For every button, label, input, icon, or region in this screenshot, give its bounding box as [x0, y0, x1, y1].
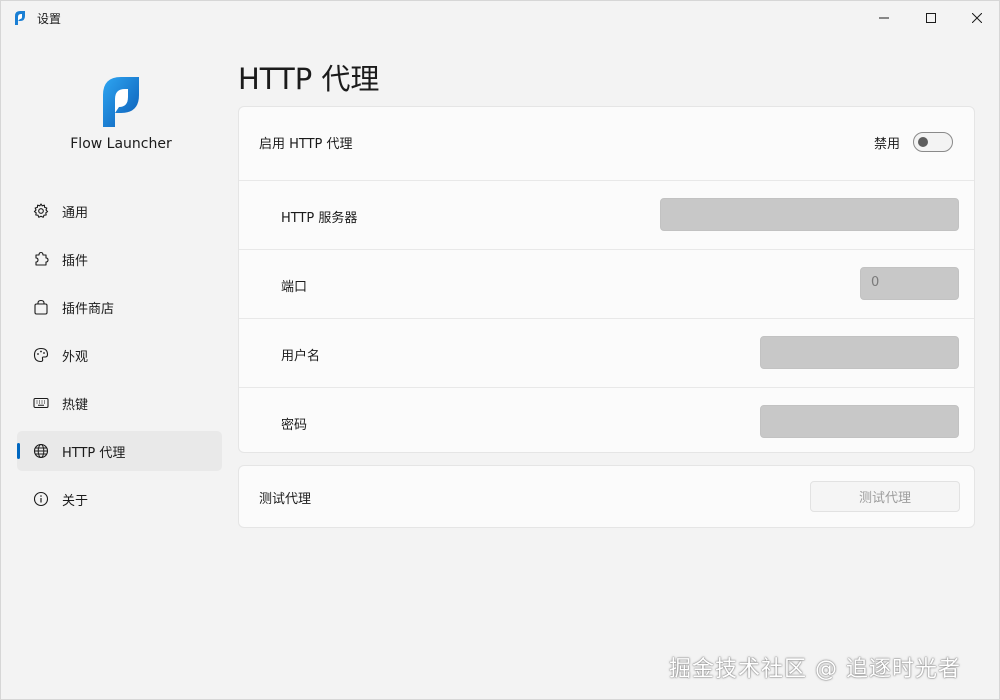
gear-icon [33, 203, 49, 218]
info-icon [33, 491, 49, 507]
sidebar-item-label: 关于 [62, 494, 89, 509]
sidebar-item-label: 热键 [62, 398, 89, 413]
close-icon [972, 13, 982, 23]
sidebar-item-appearance[interactable]: 外观 [17, 335, 222, 375]
username-label: 用户名 [281, 349, 321, 364]
minimize-icon [879, 17, 889, 19]
password-label: 密码 [281, 418, 308, 433]
enable-proxy-row: 启用 HTTP 代理 禁用 [239, 107, 974, 180]
test-proxy-button[interactable]: 测试代理 [810, 481, 960, 512]
active-indicator [17, 443, 20, 459]
settings-window: 设置 Flow Launcher 通用 插件 插件商店 外观 热键 HTTP 代… [0, 0, 1000, 700]
minimize-button[interactable] [861, 1, 907, 35]
globe-icon [33, 443, 49, 459]
brand-name: Flow Launcher [70, 136, 172, 152]
sidebar-item-plugins[interactable]: 插件 [17, 239, 222, 279]
sidebar-item-hotkeys[interactable]: 热键 [17, 383, 222, 423]
close-button[interactable] [954, 1, 1000, 35]
username-input[interactable] [760, 336, 959, 369]
test-proxy-card: 测试代理 测试代理 [238, 465, 975, 528]
maximize-icon [926, 13, 936, 23]
flow-launcher-logo [103, 77, 139, 127]
enable-proxy-label: 启用 HTTP 代理 [259, 137, 353, 152]
sidebar-item-http-proxy[interactable]: HTTP 代理 [17, 431, 222, 471]
sidebar-item-label: 插件商店 [62, 302, 115, 317]
server-row: HTTP 服务器 [239, 180, 974, 249]
window-title: 设置 [37, 12, 62, 26]
keyboard-icon [33, 397, 49, 409]
port-label: 端口 [281, 280, 308, 295]
puzzle-icon [35, 251, 49, 266]
password-row: 密码 [239, 387, 974, 452]
test-proxy-label: 测试代理 [259, 492, 312, 507]
sidebar-item-label: 外观 [62, 350, 89, 365]
sidebar-item-plugin-store[interactable]: 插件商店 [17, 287, 222, 327]
sidebar-item-label: 插件 [62, 254, 89, 269]
proxy-settings-card: 启用 HTTP 代理 禁用 HTTP 服务器 端口 0 用户名 密码 [238, 106, 975, 453]
sidebar-item-general[interactable]: 通用 [17, 191, 222, 231]
server-label: HTTP 服务器 [281, 211, 358, 226]
shopping-bag-icon [34, 299, 48, 315]
server-input[interactable] [660, 198, 959, 231]
sidebar-nav: 通用 插件 插件商店 外观 热键 HTTP 代理 关于 [17, 191, 222, 527]
port-input[interactable]: 0 [860, 267, 959, 300]
title-bar: 设置 [1, 1, 999, 35]
port-row: 端口 0 [239, 249, 974, 318]
palette-icon [33, 347, 49, 363]
sidebar-item-about[interactable]: 关于 [17, 479, 222, 519]
username-row: 用户名 [239, 318, 974, 387]
enable-proxy-toggle[interactable] [913, 132, 953, 152]
toggle-knob [918, 137, 928, 147]
toggle-state-text: 禁用 [874, 137, 901, 152]
flow-launcher-icon [15, 11, 25, 25]
page-title: HTTP 代理 [238, 62, 380, 96]
password-input[interactable] [760, 405, 959, 438]
sidebar-item-label: 通用 [62, 206, 89, 221]
maximize-button[interactable] [908, 1, 954, 35]
watermark-text: 掘金技术社区 @ 追逐时光者 [669, 657, 961, 682]
sidebar-item-label: HTTP 代理 [62, 446, 126, 461]
